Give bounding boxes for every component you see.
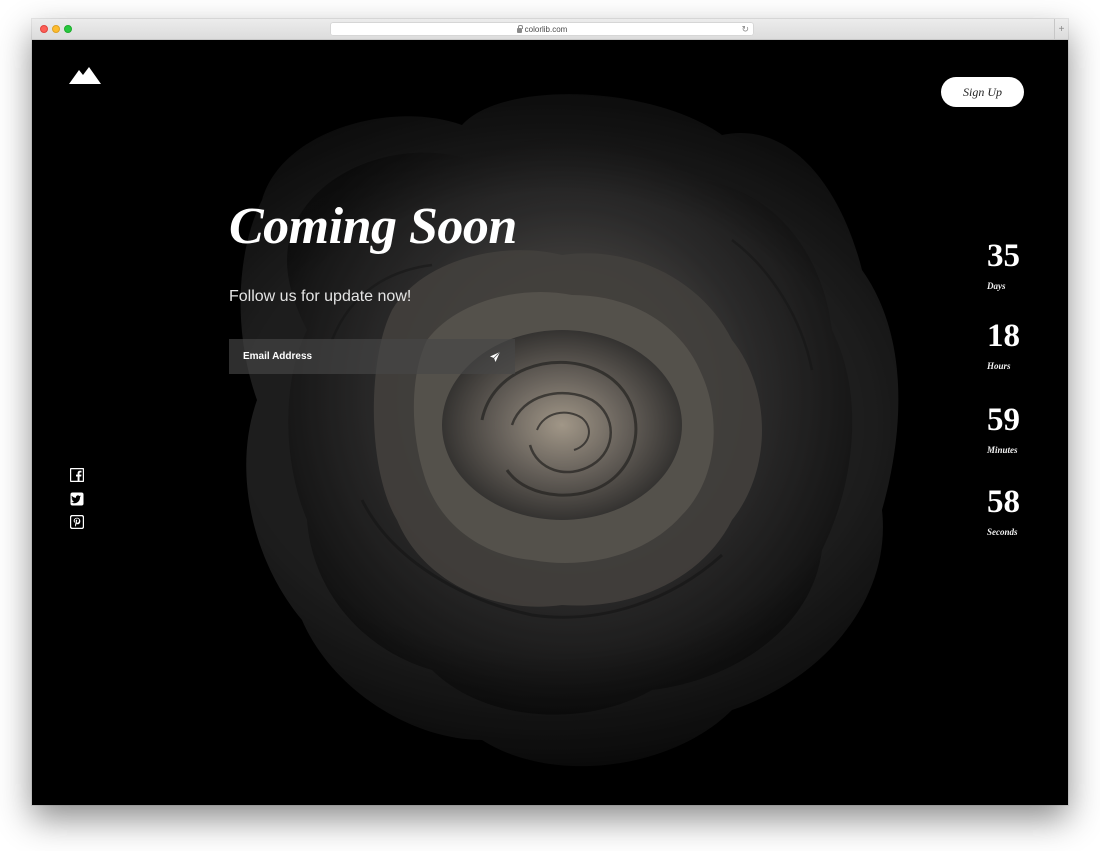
page-title: Coming Soon: [229, 198, 517, 255]
countdown-hours-value: 18: [987, 318, 1020, 354]
facebook-icon[interactable]: [70, 468, 84, 482]
minimize-window-button[interactable]: [52, 25, 60, 33]
maximize-window-button[interactable]: [64, 25, 72, 33]
twitter-icon[interactable]: [70, 492, 84, 506]
countdown-hours: 18 Hours: [987, 318, 1020, 372]
countdown-hours-label: Hours: [987, 361, 1011, 371]
countdown-minutes: 59 Minutes: [987, 402, 1020, 456]
countdown-minutes-label: Minutes: [987, 445, 1018, 455]
countdown-days: 35 Days: [987, 238, 1020, 292]
countdown-days-label: Days: [987, 281, 1006, 291]
countdown-seconds-value: 58: [987, 484, 1020, 520]
countdown-days-value: 35: [987, 238, 1020, 274]
pinterest-icon[interactable]: [70, 515, 84, 529]
browser-toolbar: colorlib.com ↻ +: [32, 19, 1068, 40]
email-input[interactable]: [229, 339, 475, 374]
countdown-seconds-label: Seconds: [987, 527, 1018, 537]
lock-icon: [516, 24, 523, 33]
coming-soon-page: Sign Up Coming Soon Follow us for update…: [32, 40, 1068, 805]
rose-background-image: [32, 40, 1068, 805]
browser-window: colorlib.com ↻ + Sign Up Coming Soon Fol…: [32, 19, 1068, 805]
countdown-seconds: 58 Seconds: [987, 484, 1020, 538]
reload-icon[interactable]: ↻: [741, 24, 749, 35]
close-window-button[interactable]: [40, 25, 48, 33]
mountain-icon[interactable]: [69, 65, 101, 85]
send-button[interactable]: [475, 339, 515, 374]
address-bar-url: colorlib.com: [524, 24, 568, 34]
countdown-minutes-value: 59: [987, 402, 1020, 438]
page-subtitle: Follow us for update now!: [229, 288, 412, 305]
new-tab-button[interactable]: +: [1054, 19, 1068, 40]
subscribe-form: [229, 339, 515, 374]
sign-up-button[interactable]: Sign Up: [941, 77, 1024, 107]
address-bar[interactable]: colorlib.com ↻: [330, 22, 754, 36]
paper-plane-icon: [490, 351, 501, 362]
